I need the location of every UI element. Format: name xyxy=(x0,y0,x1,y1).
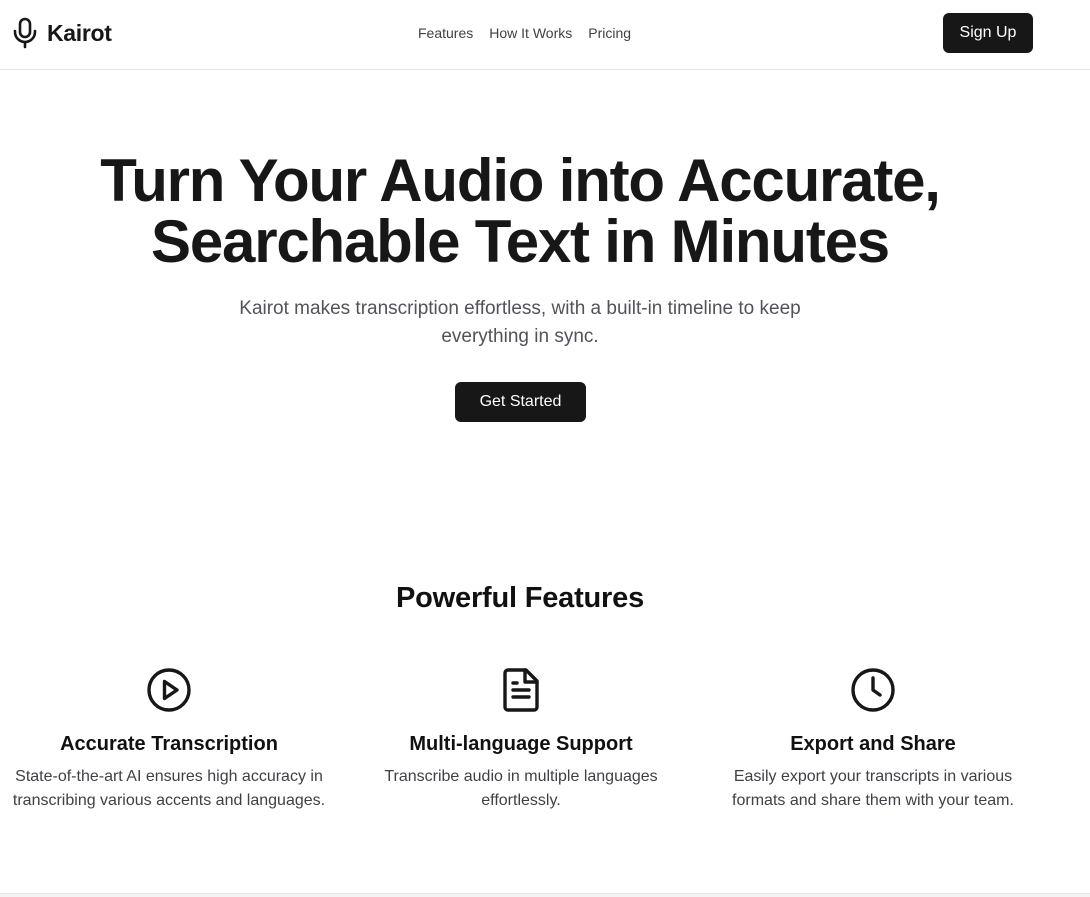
main-nav: Features How It Works Pricing xyxy=(418,25,631,41)
hero-subtitle-line-1: Kairot makes transcription effortless, w… xyxy=(239,298,801,319)
feature-card-export-share: Export and Share Easily export your tran… xyxy=(703,666,1043,813)
hero-title-line-2: Searchable Text in Minutes xyxy=(151,208,890,275)
hero-subtitle-line-2: everything in sync. xyxy=(441,326,599,347)
hero-subtitle: Kairot makes transcription effortless, w… xyxy=(220,295,820,351)
feature-card-multi-language: Multi-language Support Transcribe audio … xyxy=(351,666,691,813)
feature-description: Transcribe audio in multiple languages e… xyxy=(351,765,691,813)
features-title: Powerful Features xyxy=(396,582,644,614)
feature-description-line-2: transcribing various accents and languag… xyxy=(12,792,326,809)
brand-name: Kairot xyxy=(47,19,112,46)
footer-divider xyxy=(0,893,1090,897)
feature-description: State-of-the-art AI ensures high accurac… xyxy=(0,765,339,813)
document-icon xyxy=(497,666,545,714)
get-started-button[interactable]: Get Started xyxy=(455,382,586,422)
feature-description-line-2: formats and share them with your team. xyxy=(732,792,1014,809)
site-header: Kairot Features How It Works Pricing Sig… xyxy=(0,0,1090,70)
nav-link-pricing[interactable]: Pricing xyxy=(588,25,631,41)
sign-up-button[interactable]: Sign Up xyxy=(943,13,1033,53)
feature-title: Accurate Transcription xyxy=(60,733,278,755)
microphone-icon xyxy=(12,17,38,49)
brand-logo[interactable]: Kairot xyxy=(12,17,112,49)
nav-link-how-it-works[interactable]: How It Works xyxy=(489,25,572,41)
hero-title: Turn Your Audio into Accurate, Searchabl… xyxy=(0,150,1040,272)
feature-description-line-2: effortlessly. xyxy=(481,792,561,809)
feature-title: Export and Share xyxy=(790,733,956,755)
feature-title: Multi-language Support xyxy=(409,733,633,755)
hero-title-line-1: Turn Your Audio into Accurate, xyxy=(100,147,941,214)
nav-link-features[interactable]: Features xyxy=(418,25,473,41)
feature-description-line-1: State-of-the-art AI ensures high accurac… xyxy=(15,768,323,785)
feature-description-line-1: Easily export your transcripts in variou… xyxy=(733,768,1013,785)
feature-card-accurate-transcription: Accurate Transcription State-of-the-art … xyxy=(0,666,339,813)
clock-icon xyxy=(849,666,897,714)
feature-description: Easily export your transcripts in variou… xyxy=(703,765,1043,813)
play-circle-icon xyxy=(145,666,193,714)
feature-description-line-1: Transcribe audio in multiple languages xyxy=(384,768,658,785)
